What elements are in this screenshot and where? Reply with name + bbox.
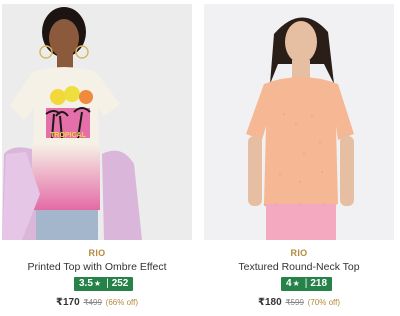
product-card[interactable]: RIO Textured Round-Neck Top 4 ★ | 218 ₹1…	[204, 0, 396, 316]
product-image[interactable]: TROPICAL	[2, 4, 192, 240]
rating-badge: 4 ★ | 218	[281, 277, 333, 291]
rating-badge: 3.5 ★ | 252	[74, 277, 134, 291]
product-name[interactable]: Printed Top with Ombre Effect	[2, 261, 192, 273]
product-card[interactable]: TROPICAL RIO Printed Top with Ombre Effe…	[2, 0, 194, 316]
rating-value: 3.5	[79, 278, 93, 289]
print-text: TROPICAL	[50, 132, 87, 139]
original-price: ₹499	[83, 298, 102, 307]
product-name[interactable]: Textured Round-Neck Top	[204, 261, 394, 273]
star-icon: ★	[93, 279, 102, 288]
star-icon: ★	[292, 279, 300, 288]
product-image[interactable]	[204, 4, 394, 240]
rating-count: 252	[111, 278, 129, 289]
model-photo	[204, 4, 394, 240]
model-photo: TROPICAL	[2, 4, 192, 240]
rating-separator: |	[304, 278, 308, 289]
brand-name[interactable]: RIO	[2, 248, 192, 258]
price-row: ₹170 ₹499 (66% off)	[2, 297, 192, 308]
sale-price: ₹170	[56, 297, 80, 308]
rating-separator: |	[106, 278, 109, 289]
discount-label: (70% off)	[307, 298, 340, 307]
original-price: ₹599	[285, 298, 304, 307]
rating-value: 4	[286, 278, 292, 289]
rating-count: 218	[310, 278, 328, 289]
discount-label: (66% off)	[105, 298, 138, 307]
product-grid: TROPICAL RIO Printed Top with Ombre Effe…	[0, 0, 400, 316]
sale-price: ₹180	[258, 297, 282, 308]
price-row: ₹180 ₹599 (70% off)	[204, 297, 394, 308]
brand-name[interactable]: RIO	[204, 248, 394, 258]
